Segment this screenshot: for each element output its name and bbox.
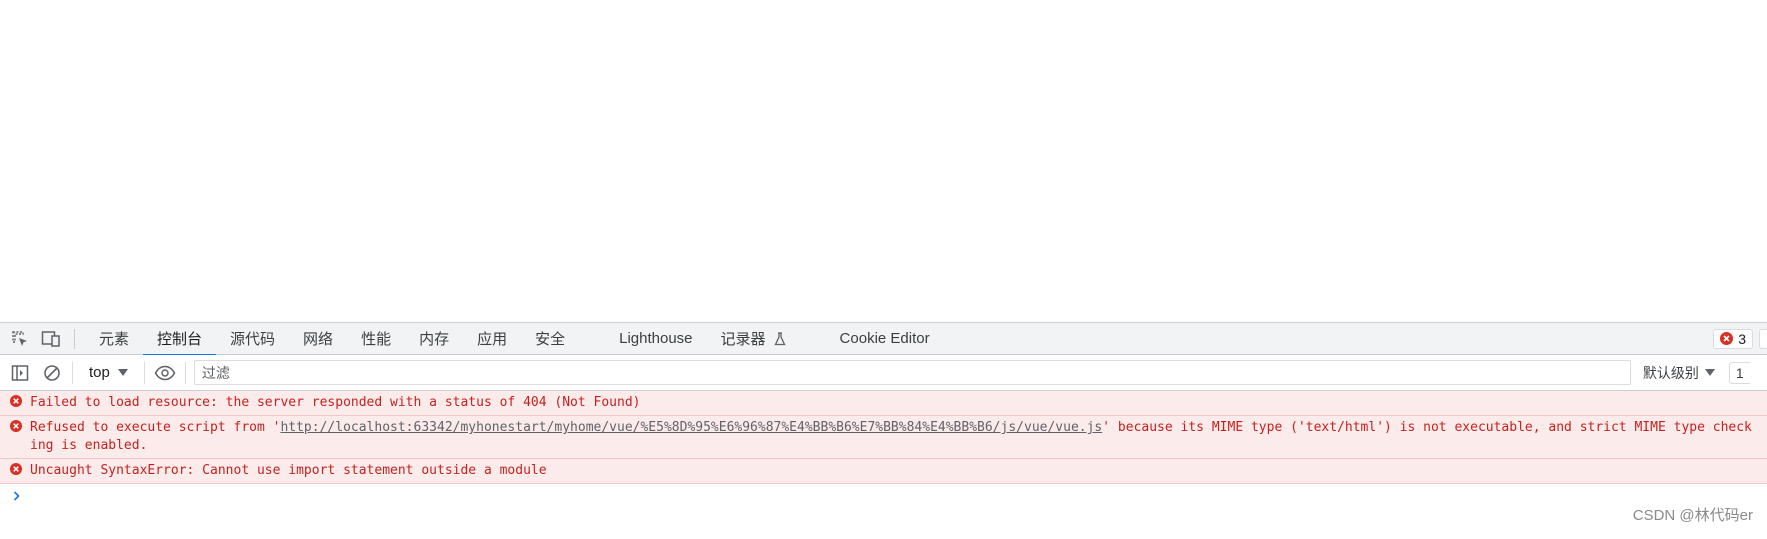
context-selector[interactable]: top [81, 361, 136, 385]
tab-elements[interactable]: 元素 [85, 323, 143, 355]
error-icon [10, 463, 22, 481]
dropdown-caret-icon [117, 369, 128, 376]
tab-application[interactable]: 应用 [463, 323, 521, 355]
toolbar-separator [184, 361, 186, 384]
console-toolbar: top 过滤 默认级别 1 [0, 355, 1767, 391]
error-count-badge[interactable]: 3 [1713, 328, 1753, 349]
levels-label: 默认级别 [1642, 364, 1699, 381]
prompt-chevron-icon [13, 491, 20, 501]
console-error-message: Uncaught SyntaxError: Cannot use import … [0, 459, 1767, 484]
watermark: CSDN @林代码er [1632, 507, 1753, 524]
message-text-before: Refused to execute script from ' [30, 420, 281, 435]
log-levels-dropdown[interactable]: 默认级别 [1643, 363, 1715, 383]
console-error-message: Refused to execute script from 'http://l… [0, 416, 1767, 459]
error-count: 3 [1738, 330, 1746, 347]
error-icon [10, 395, 22, 413]
tab-security[interactable]: 安全 [521, 323, 579, 355]
settings-button-partial[interactable] [1759, 328, 1767, 349]
devtools-tabbar: 元素 控制台 源代码 网络 性能 内存 应用 安全 Lighthouse 记录器… [0, 322, 1767, 356]
tab-cookie-editor[interactable]: Cookie Editor [826, 323, 944, 355]
tabbar-right: 3 [1713, 323, 1767, 354]
message-text: Failed to load resource: the server resp… [30, 395, 641, 410]
tab-network[interactable]: 网络 [289, 323, 347, 355]
page-viewport [0, 0, 1767, 322]
tab-sources[interactable]: 源代码 [216, 323, 289, 355]
dropdown-caret-icon [1704, 369, 1715, 376]
console-error-message: Failed to load resource: the server resp… [0, 391, 1767, 416]
issues-counter-button[interactable]: 1 [1728, 361, 1750, 384]
tabbar-separator [74, 328, 75, 349]
clear-console-icon[interactable] [40, 361, 64, 385]
tab-console[interactable]: 控制台 [143, 323, 217, 356]
filter-input[interactable]: 过滤 [193, 360, 1631, 385]
eye-icon[interactable] [153, 361, 177, 385]
tab-memory[interactable]: 内存 [405, 323, 463, 355]
flask-icon [774, 331, 786, 346]
console-messages: Failed to load resource: the server resp… [0, 391, 1767, 508]
tab-recorder[interactable]: 记录器 [707, 323, 800, 355]
toolbar-separator [72, 361, 73, 384]
script-url-link[interactable]: http://localhost:63342/myhonestart/myhom… [280, 420, 1102, 435]
error-icon [1720, 332, 1734, 345]
context-value: top [89, 364, 110, 381]
inspect-element-icon[interactable] [9, 328, 31, 350]
tab-lighthouse[interactable]: Lighthouse [605, 323, 706, 355]
sidebar-toggle-icon[interactable] [8, 361, 32, 385]
issues-count: 1 [1735, 364, 1744, 381]
tab-performance[interactable]: 性能 [347, 323, 405, 355]
toolbar-separator [143, 361, 145, 384]
device-toolbar-icon[interactable] [40, 328, 62, 350]
error-icon [10, 420, 22, 438]
message-text: Uncaught SyntaxError: Cannot use import … [30, 463, 547, 478]
console-prompt[interactable] [0, 484, 1767, 508]
filter-placeholder: 过滤 [201, 364, 230, 381]
